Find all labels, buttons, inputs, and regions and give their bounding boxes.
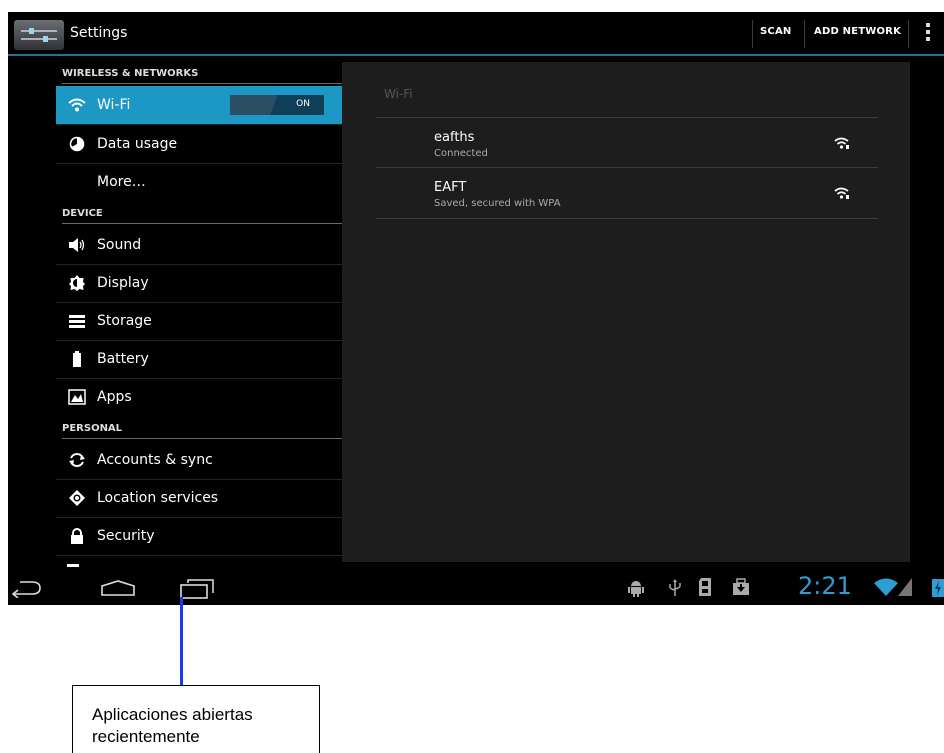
add-network-button[interactable]: ADD NETWORK — [814, 26, 901, 37]
download-icon — [733, 578, 749, 595]
battery-icon — [73, 351, 81, 367]
sidebar-item-label: Battery — [97, 351, 149, 367]
battery-status-icon — [932, 579, 944, 597]
storage-icon — [69, 315, 85, 328]
sidebar-item-label: Location services — [97, 490, 219, 506]
list-cut-off-item — [67, 564, 79, 567]
sidebar-item-label: Storage — [97, 313, 152, 329]
toggle-state: ON — [296, 99, 310, 109]
wifi-toggle[interactable]: ON — [230, 95, 324, 115]
usb-icon — [669, 579, 681, 596]
sidebar-item-label: Accounts & sync — [97, 452, 213, 468]
sidebar-item-label: Data usage — [97, 136, 178, 152]
sidebar-item-label: Sound — [97, 237, 142, 253]
sidebar-item-data-usage[interactable]: Data usage — [56, 125, 342, 164]
panel-title: Wi-Fi — [384, 87, 413, 101]
sidebar-item-more[interactable]: More… — [56, 164, 342, 202]
android-debug-icon — [628, 581, 644, 597]
callout-box: Aplicaciones abiertas recientemente — [72, 685, 320, 753]
sidebar-item-wifi[interactable]: Wi-Fi ON — [56, 86, 342, 125]
network-status: Saved, secured with WPA — [434, 198, 561, 209]
wifi-status-icon — [874, 578, 898, 596]
sidebar-item-label: Display — [97, 275, 149, 291]
wifi-signal-icon — [834, 187, 849, 199]
network-name: EAFT — [434, 180, 467, 195]
system-nav-bar: 2:21 — [8, 569, 944, 605]
section-header-wireless: WIRELESS & NETWORKS — [62, 65, 342, 84]
page-title: Settings — [70, 25, 128, 41]
action-bar: Settings SCAN ADD NETWORK — [8, 12, 944, 56]
sidebar-item-apps[interactable]: Apps — [56, 378, 342, 416]
cell-signal-icon — [898, 578, 912, 596]
sidebar-item-security[interactable]: Security — [56, 517, 342, 556]
wifi-signal-icon — [834, 137, 849, 149]
speaker-icon — [69, 238, 85, 252]
section-header-personal: PERSONAL — [62, 420, 342, 439]
network-status: Connected — [434, 148, 488, 159]
sidebar-item-display[interactable]: Display — [56, 264, 342, 303]
scan-button[interactable]: SCAN — [760, 26, 791, 37]
clock: 2:21 — [798, 572, 852, 600]
action-divider — [804, 20, 805, 48]
sidebar-item-label: Wi-Fi — [97, 97, 131, 113]
network-name: eafths — [434, 130, 475, 145]
sidebar-item-accounts-sync[interactable]: Accounts & sync — [56, 441, 342, 480]
sidebar-item-location[interactable]: Location services — [56, 479, 342, 518]
sd-card-icon — [699, 578, 711, 596]
sync-icon — [69, 453, 85, 467]
brightness-icon — [69, 275, 85, 291]
home-icon[interactable] — [100, 580, 136, 596]
settings-list: WIRELESS & NETWORKS Wi-Fi ON Data usage … — [8, 56, 342, 569]
section-header-device: DEVICE — [62, 205, 342, 224]
tablet-screen: Settings SCAN ADD NETWORK WIRELESS & NET… — [8, 12, 944, 605]
sidebar-item-label: Security — [97, 528, 155, 544]
action-divider — [908, 20, 909, 48]
settings-app-icon[interactable] — [14, 20, 64, 50]
sidebar-item-sound[interactable]: Sound — [56, 226, 342, 265]
callout-text-line-2: recientemente — [92, 727, 200, 746]
back-icon[interactable] — [10, 578, 42, 598]
sidebar-item-label: Apps — [97, 389, 132, 405]
sidebar-item-storage[interactable]: Storage — [56, 302, 342, 341]
data-usage-icon — [69, 136, 85, 152]
action-divider — [752, 20, 753, 48]
apps-icon — [68, 389, 86, 405]
wifi-icon — [68, 98, 86, 112]
recent-apps-icon[interactable] — [180, 579, 214, 599]
sidebar-item-label: More… — [97, 174, 146, 190]
callout-pointer-line — [180, 597, 183, 687]
callout-text-line-1: Aplicaciones abiertas — [92, 705, 253, 724]
network-row[interactable]: eafths Connected — [376, 117, 878, 168]
wifi-detail-panel: Wi-Fi eafths Connected EAFT Saved, secur… — [342, 62, 910, 562]
sidebar-item-battery[interactable]: Battery — [56, 340, 342, 379]
network-row[interactable]: EAFT Saved, secured with WPA — [376, 167, 878, 219]
overflow-menu-icon[interactable] — [924, 23, 932, 45]
lock-icon — [71, 528, 83, 544]
sliders-icon — [21, 28, 57, 42]
location-icon — [69, 490, 85, 506]
